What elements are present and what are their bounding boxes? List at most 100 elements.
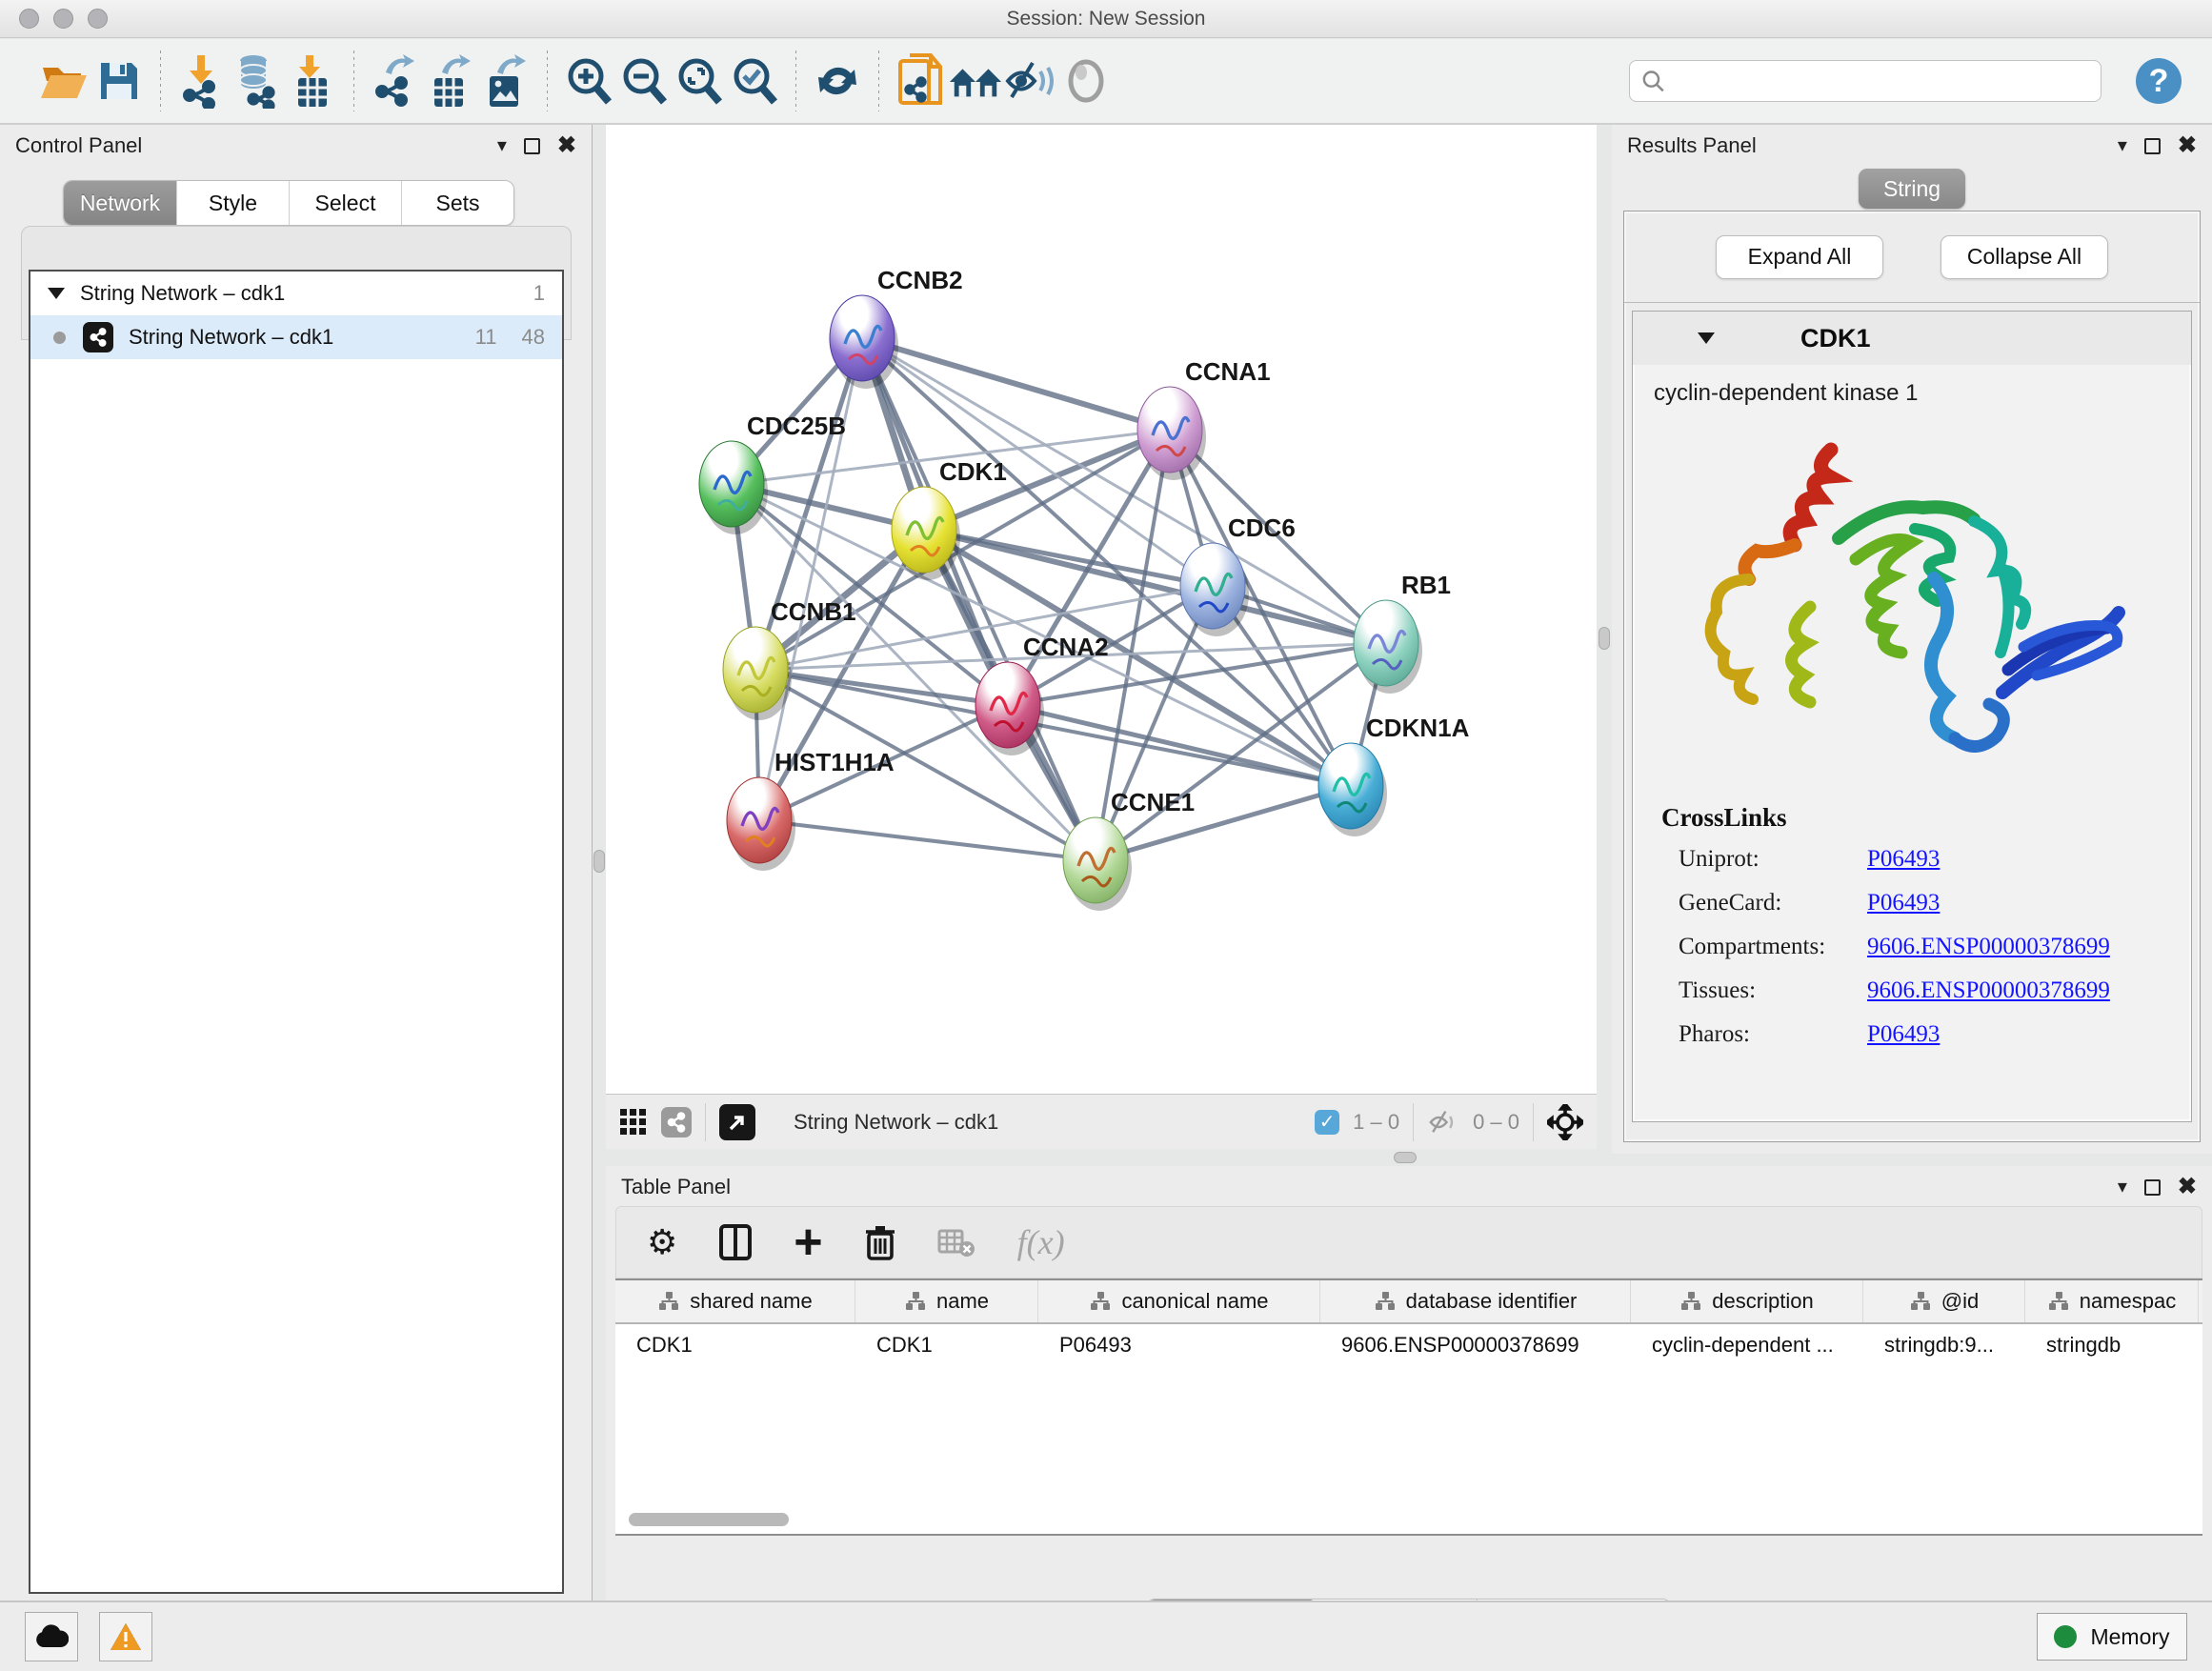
column-header-description[interactable]: description [1631,1280,1863,1322]
table-cell[interactable]: cyclin-dependent ... [1631,1333,1863,1358]
close-window-button[interactable] [19,9,39,29]
table-row[interactable]: CDK1CDK1P064939606.ENSP00000378699cyclin… [615,1324,2202,1366]
crosslink-link[interactable]: P06493 [1867,846,1940,873]
save-session-button[interactable] [91,50,147,111]
close-panel-icon[interactable]: ✖ [2178,134,2197,157]
delete-column-trash-icon[interactable] [865,1224,895,1260]
selected-checkbox-icon[interactable]: ✓ [1315,1110,1339,1135]
toolbar-divider [795,50,796,111]
delete-table-icon[interactable] [937,1227,975,1258]
refresh-button[interactable] [810,50,865,111]
maximize-panel-icon[interactable] [2144,1179,2161,1196]
network-edge-CCNA2-CDKN1A[interactable] [1008,705,1351,786]
column-header-database-identifier[interactable]: database identifier [1320,1280,1631,1322]
export-image-button[interactable] [478,50,533,111]
string-home-button[interactable] [948,50,1003,111]
node-label-CCNA1: CCNA1 [1185,357,1271,386]
float-panel-icon[interactable]: ▾ [2118,136,2127,155]
table-options-gear-icon[interactable]: ⚙ [647,1225,677,1259]
hidden-eye-icon[interactable] [1427,1108,1459,1137]
gene-expander-icon[interactable] [1698,332,1715,344]
search-input[interactable] [1665,70,2089,92]
bottom-splitter-handle[interactable] [1394,1152,1417,1163]
maximize-panel-icon[interactable] [2144,138,2161,154]
network-collection-row[interactable]: String Network – cdk1 1 [30,272,562,315]
network-edge-CCNB2-RB1[interactable] [862,338,1386,643]
fit-content-crosshair-icon[interactable] [1547,1104,1583,1140]
column-header-namespac[interactable]: namespac [2025,1280,2199,1322]
crosslink-link[interactable]: P06493 [1867,1021,1940,1048]
detach-view-button[interactable] [719,1104,755,1140]
close-panel-icon[interactable]: ✖ [2178,1176,2197,1198]
column-header-@id[interactable]: @id [1863,1280,2025,1322]
zoom-in-button[interactable] [561,50,616,111]
network-node-RB1[interactable]: RB1 [1354,571,1451,694]
function-builder-icon[interactable]: f(x) [1017,1222,1065,1262]
warning-status-button[interactable] [99,1612,152,1661]
network-node-HIST1H1A[interactable]: HIST1H1A [727,748,895,871]
zoom-fit-button[interactable] [672,50,727,111]
zoom-out-button[interactable] [616,50,672,111]
hide-glass-button[interactable] [1003,50,1058,111]
export-network-button[interactable] [368,50,423,111]
network-edge-CCNB2-CCNE1[interactable] [862,338,1096,860]
column-header-canonical-name[interactable]: canonical name [1038,1280,1320,1322]
table-panel-title: Table Panel [621,1175,731,1199]
warning-icon [110,1622,142,1651]
memory-button[interactable]: Memory [2037,1613,2187,1661]
right-splitter-handle[interactable] [1599,627,1610,650]
zoom-window-button[interactable] [88,9,108,29]
zoom-selected-button[interactable] [727,50,782,111]
gene-header[interactable]: CDK1 [1633,312,2191,365]
tab-sets[interactable]: Sets [401,181,513,225]
export-table-button[interactable] [423,50,478,111]
tab-network[interactable]: Network [64,181,176,225]
table-cell[interactable]: CDK1 [615,1333,855,1358]
import-network-file-button[interactable] [174,50,230,111]
network-edge-CCNB2-CCNA1[interactable] [862,338,1170,430]
network-edge-HIST1H1A-CCNE1[interactable] [759,820,1096,860]
table-cell[interactable]: stringdb [2025,1333,2199,1358]
network-node-CDKN1A[interactable]: CDKN1A [1318,714,1470,836]
network-row[interactable]: String Network – cdk1 11 48 [30,315,562,359]
close-panel-icon[interactable]: ✖ [557,134,576,157]
grid-view-icon[interactable] [619,1108,648,1137]
float-panel-icon[interactable]: ▾ [497,136,507,155]
collapse-all-button[interactable]: Collapse All [1941,235,2108,279]
cloud-status-button[interactable] [25,1612,78,1661]
crosslink-link[interactable]: 9606.ENSP00000378699 [1867,934,2110,960]
tab-select[interactable]: Select [289,181,401,225]
crosslink-link[interactable]: 9606.ENSP00000378699 [1867,977,2110,1004]
open-session-button[interactable] [36,50,91,111]
show-columns-icon[interactable] [719,1224,752,1260]
column-header-shared-name[interactable]: shared name [615,1280,855,1322]
create-column-plus-icon[interactable]: + [794,1218,822,1267]
tab-string[interactable]: String [1859,169,1965,209]
minimize-window-button[interactable] [53,9,73,29]
table-cell[interactable]: P06493 [1038,1333,1320,1358]
import-network-database-button[interactable] [230,50,285,111]
stringify-network-button[interactable] [893,50,948,111]
table-cell[interactable]: 9606.ENSP00000378699 [1320,1333,1631,1358]
maximize-panel-icon[interactable] [524,138,540,154]
tab-style[interactable]: Style [176,181,289,225]
horizontal-scrollbar[interactable] [629,1513,789,1526]
node-label-CCNB2: CCNB2 [877,266,963,294]
show-glass-button[interactable] [1058,50,1114,111]
help-button[interactable]: ? [2134,56,2183,106]
network-node-CCNB1[interactable]: CCNB1 [723,597,856,720]
crosslink-link[interactable]: P06493 [1867,890,1940,916]
expand-all-button[interactable]: Expand All [1716,235,1883,279]
search-box[interactable] [1629,60,2101,102]
crosslink-label: GeneCard: [1679,890,1867,916]
import-table-file-button[interactable] [285,50,340,111]
network-edge-CDC6-CCNE1[interactable] [1096,586,1213,860]
network-badge-icon[interactable] [661,1107,692,1137]
collection-expander-icon[interactable] [48,288,65,299]
column-header-name[interactable]: name [855,1280,1038,1322]
left-splitter-handle[interactable] [593,850,605,873]
network-view-canvas[interactable]: CCNB2CCNA1CDC25BCDK1CDC6RB1CCNB1CCNA2CDK… [606,125,1597,1094]
table-cell[interactable]: stringdb:9... [1863,1333,2025,1358]
table-cell[interactable]: CDK1 [855,1333,1038,1358]
float-panel-icon[interactable]: ▾ [2118,1178,2127,1197]
